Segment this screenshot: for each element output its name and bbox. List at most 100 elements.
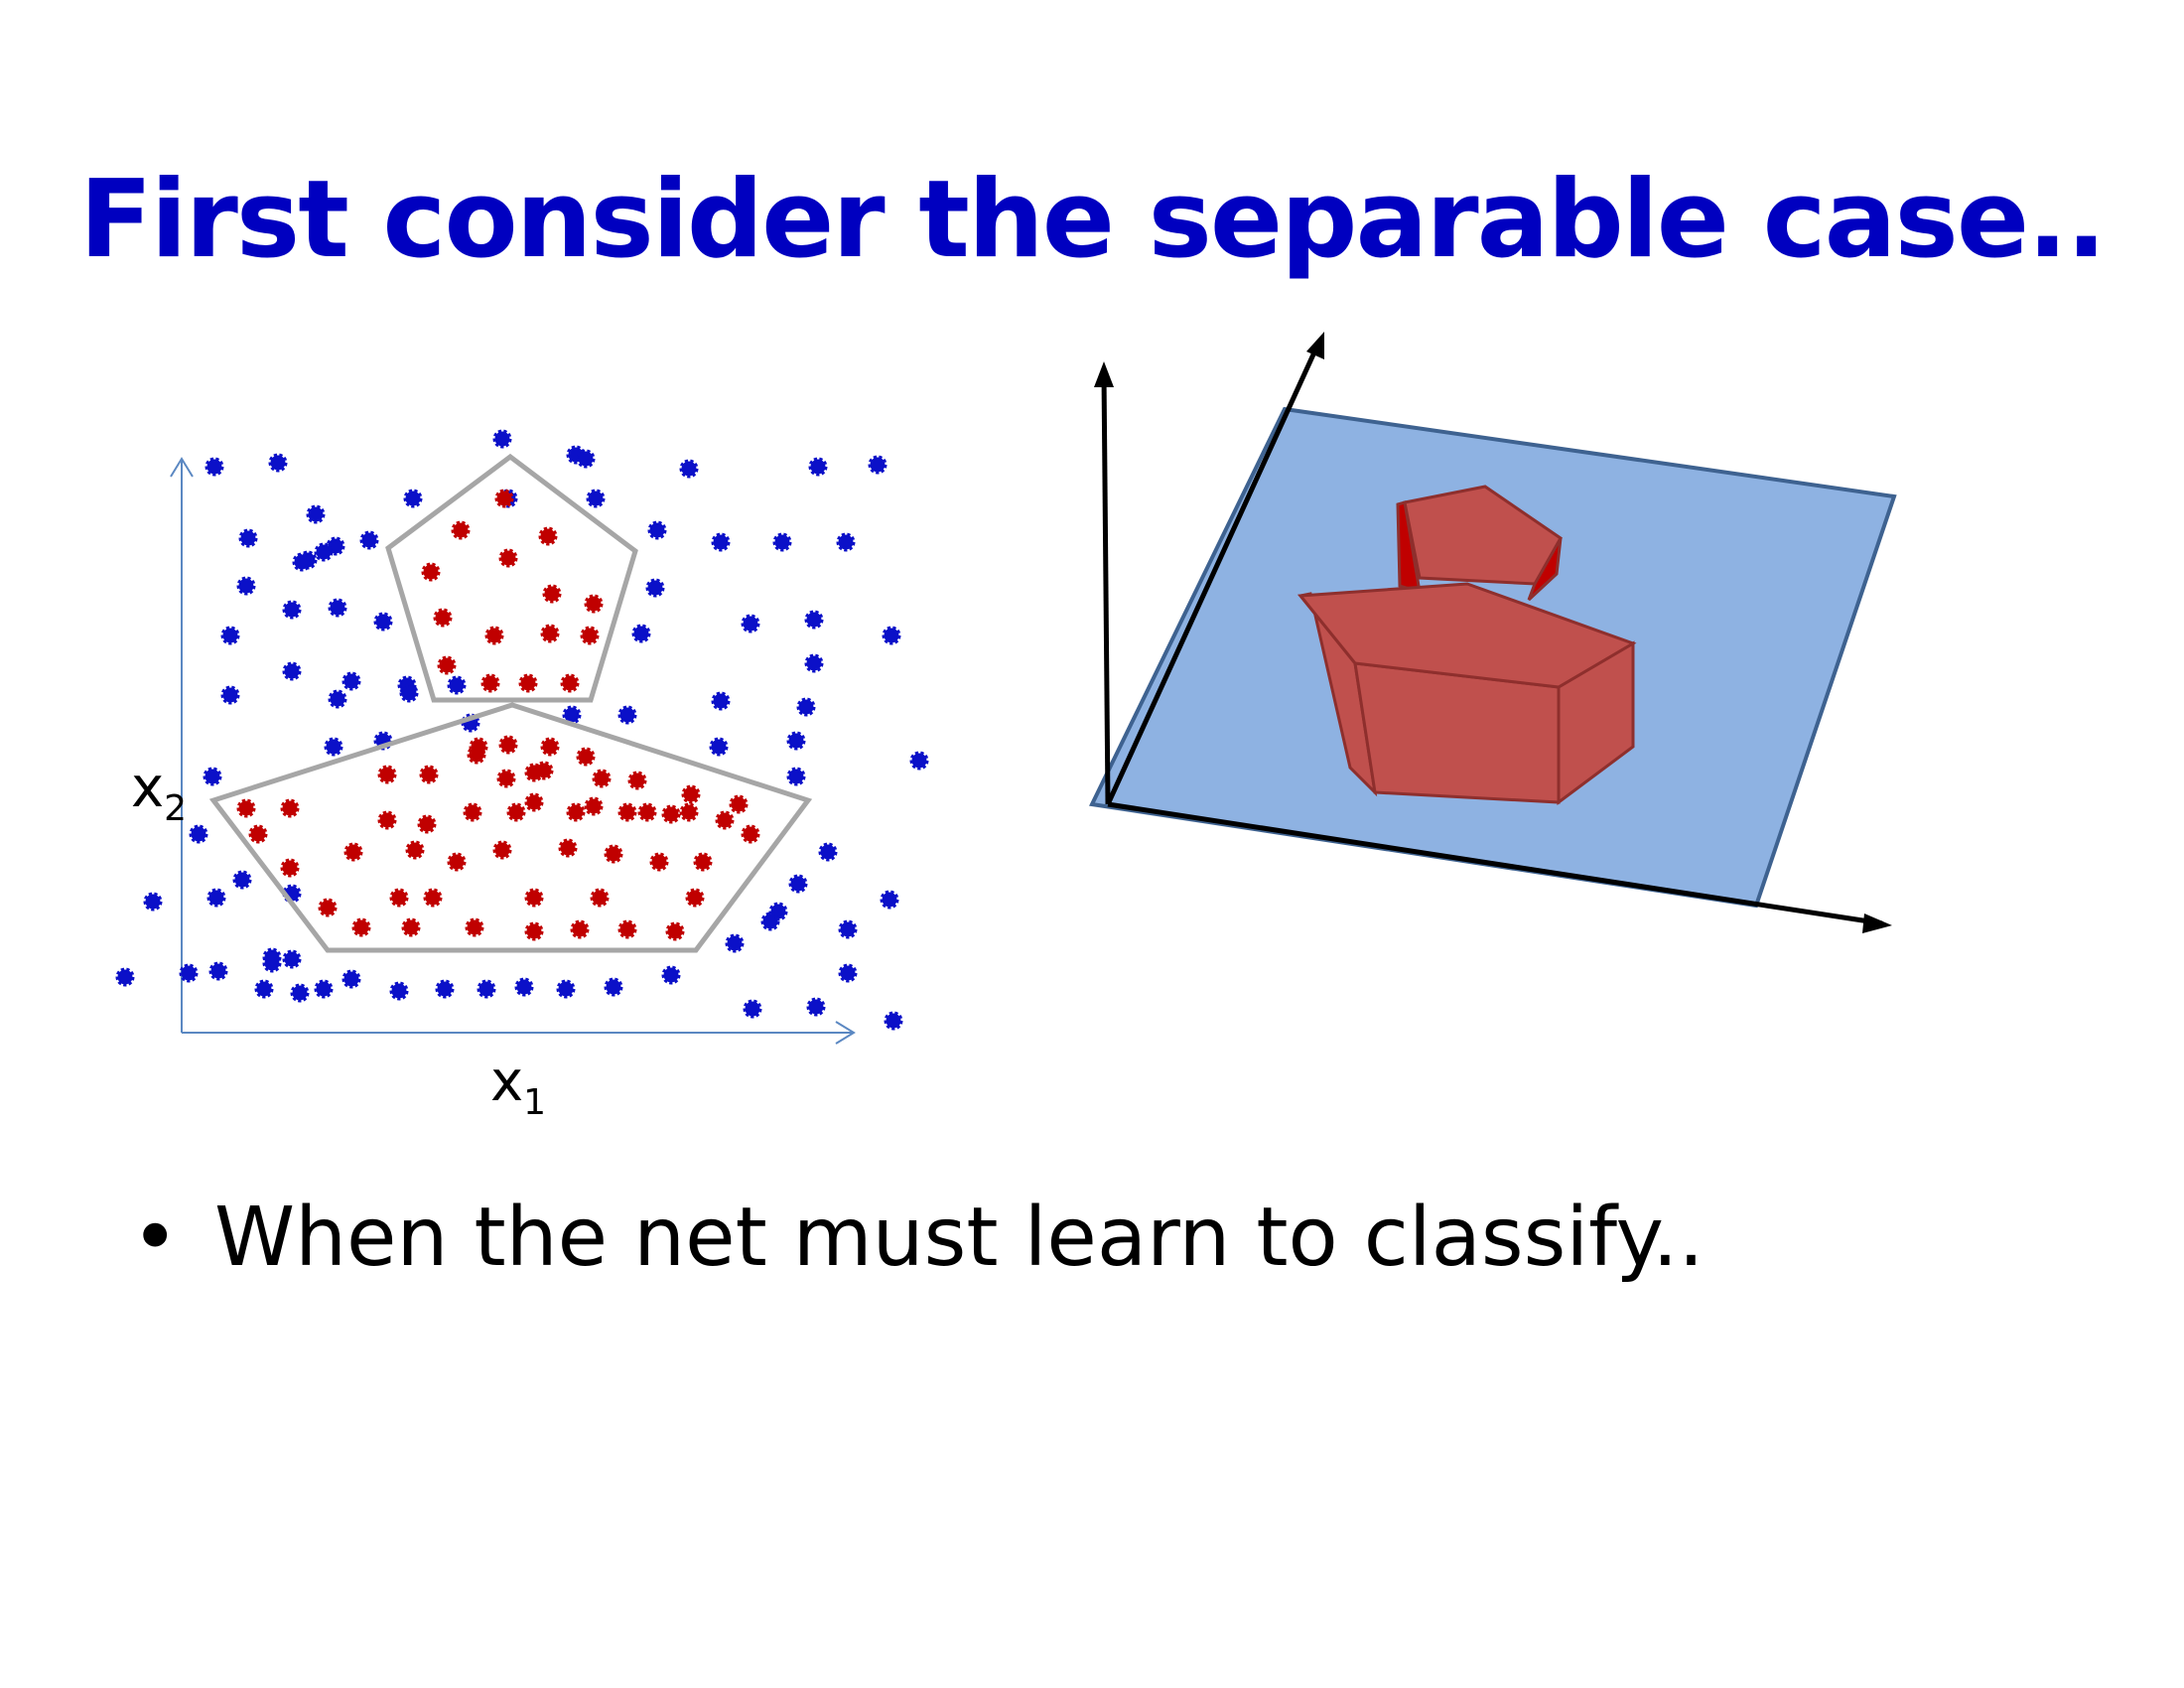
data-point [679, 459, 699, 479]
data-point [681, 784, 701, 804]
data-point [341, 969, 361, 989]
data-point [576, 449, 596, 469]
data-point [280, 798, 300, 818]
data-point [205, 457, 224, 477]
data-point [649, 852, 669, 872]
data-point [465, 917, 484, 937]
data-point [808, 457, 828, 477]
data-point [617, 802, 637, 822]
data-point [494, 489, 514, 508]
bullet-text: When the net must learn to classify.. [214, 1191, 1705, 1285]
data-point [524, 921, 544, 941]
data-point [399, 683, 419, 703]
data-point [604, 844, 623, 864]
data-point [306, 504, 326, 524]
data-point [715, 810, 735, 830]
data-point [377, 765, 397, 784]
data-point [534, 761, 554, 780]
data-point [880, 890, 899, 910]
data-point [220, 685, 240, 705]
data-point [584, 796, 604, 816]
data-point [401, 917, 421, 937]
data-point [637, 802, 657, 822]
data-point [590, 888, 610, 908]
data-point [421, 562, 441, 582]
data-point [328, 598, 347, 618]
data-point [524, 888, 544, 908]
data-point [580, 626, 600, 645]
data-point [540, 624, 560, 643]
data-point [558, 838, 578, 858]
slide-title: First consider the separable case.. [78, 158, 2107, 282]
data-point [463, 802, 482, 822]
data-point [796, 697, 816, 717]
data-point [868, 455, 887, 475]
data-point [377, 810, 397, 830]
data-point [711, 691, 731, 711]
data-point [373, 612, 393, 632]
data-point [389, 981, 409, 1001]
data-point [741, 614, 760, 633]
z-axis-arrowhead [1094, 361, 1114, 387]
data-point [882, 626, 901, 645]
data-point [838, 919, 858, 939]
data-point [685, 888, 705, 908]
data-point [693, 852, 713, 872]
data-point [661, 965, 681, 985]
horizontal-axis-arrowhead [1862, 914, 1892, 933]
data-point [189, 824, 208, 844]
data-point [282, 600, 302, 620]
data-point [447, 852, 467, 872]
data-point [467, 745, 486, 765]
data-point [661, 804, 681, 824]
data-point [236, 576, 256, 596]
data-point [884, 1011, 903, 1031]
data-point [496, 769, 516, 788]
data-point [836, 532, 856, 552]
data-point [725, 933, 745, 953]
data-point [236, 798, 256, 818]
bullet-symbol: • [131, 1191, 180, 1285]
data-point [417, 814, 437, 834]
data-point [282, 949, 302, 969]
data-point [282, 661, 302, 681]
data-point [447, 675, 467, 695]
data-point [318, 898, 338, 917]
data-point [542, 584, 562, 604]
data-point [359, 530, 379, 550]
data-point [268, 453, 288, 473]
data-point [566, 802, 586, 822]
data-point [405, 840, 425, 860]
data-point [540, 737, 560, 757]
data-point [617, 705, 637, 725]
data-point [514, 977, 534, 997]
data-point [556, 979, 576, 999]
data-point [729, 794, 749, 814]
data-point [560, 673, 580, 693]
data-point [480, 673, 500, 693]
data-point [451, 520, 471, 540]
data-point [328, 689, 347, 709]
data-point [484, 626, 504, 645]
data-point [804, 653, 824, 673]
data-point [743, 999, 762, 1019]
data-point [909, 751, 929, 771]
data-point [645, 578, 665, 598]
data-point [617, 919, 637, 939]
data-point [290, 983, 310, 1003]
plane-3d-diagram [1089, 332, 1897, 933]
data-point [786, 767, 806, 786]
data-point [627, 771, 647, 790]
data-point [232, 870, 252, 890]
data-point [238, 528, 258, 548]
x1-axis-label: x1 [490, 1050, 547, 1123]
data-point [351, 917, 371, 937]
data-point [419, 765, 439, 784]
data-point [435, 979, 455, 999]
data-point [647, 520, 667, 540]
data-point [314, 979, 334, 999]
data-point [248, 824, 268, 844]
data-point [433, 608, 453, 628]
scatter-diagram [115, 429, 929, 1045]
data-point [584, 594, 604, 614]
